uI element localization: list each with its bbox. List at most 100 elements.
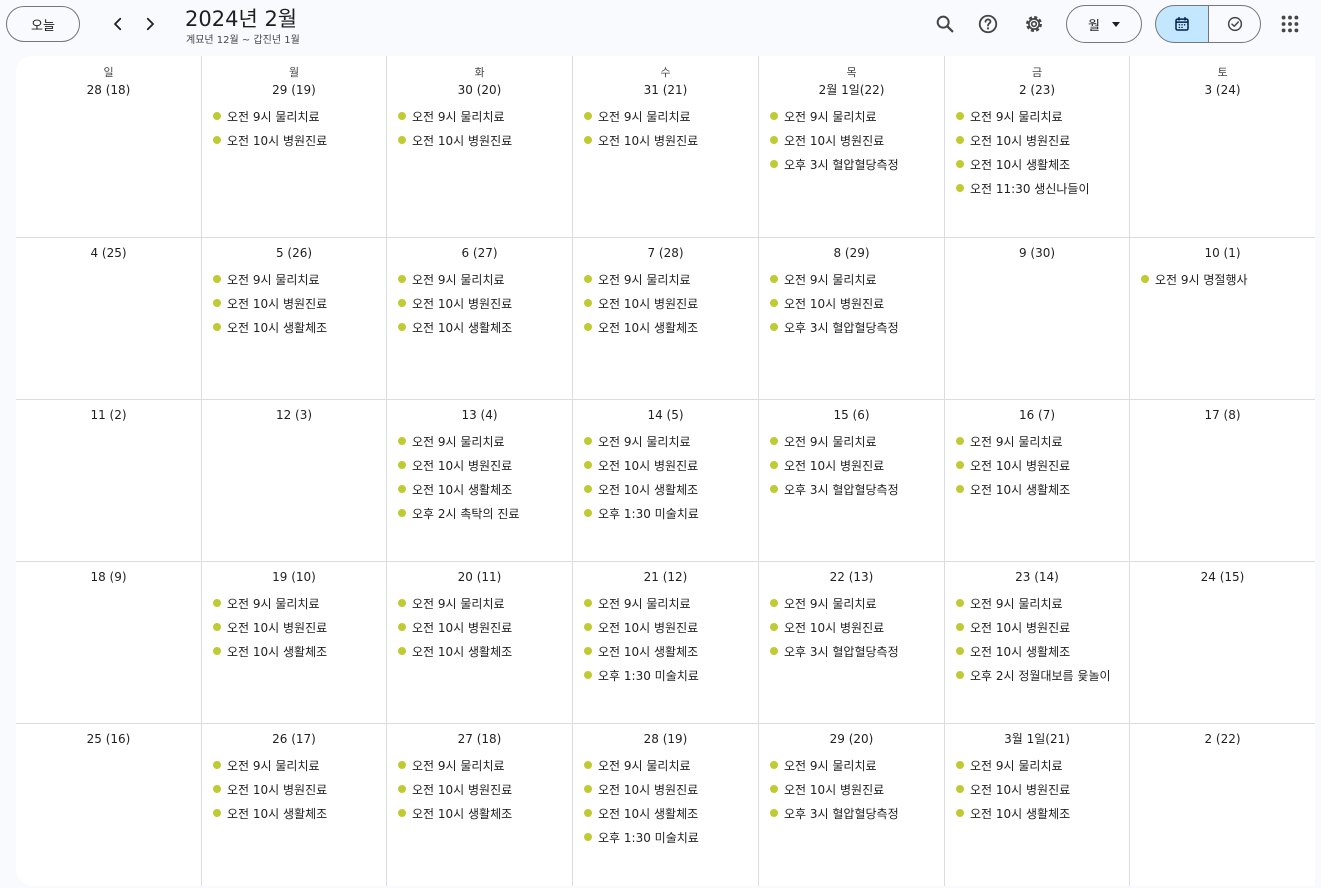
date-label[interactable]: 27 (18)	[387, 730, 572, 748]
day-cell[interactable]: 24 (15)	[1130, 562, 1315, 724]
event-chip[interactable]: 오전 9시 물리치료	[395, 267, 568, 291]
event-chip[interactable]: 오전 10시 병원진료	[581, 128, 754, 152]
date-label[interactable]: 12 (3)	[202, 406, 386, 424]
date-label[interactable]: 2 (23)	[945, 81, 1129, 99]
event-chip[interactable]: 오전 10시 생활체조	[581, 315, 754, 339]
date-label[interactable]: 3 (24)	[1130, 81, 1315, 99]
day-cell[interactable]: 15 (6) 오전 9시 물리치료 오전 10시 병원진료 오후 3시 혈압혈당측정	[759, 400, 945, 562]
event-chip[interactable]: 오전 9시 물리치료	[953, 753, 1125, 777]
date-label[interactable]: 9 (30)	[945, 244, 1129, 262]
day-cell[interactable]: 10 (1) 오전 9시 명절행사	[1130, 238, 1315, 400]
event-chip[interactable]: 오전 9시 물리치료	[210, 591, 382, 615]
event-chip[interactable]: 오전 9시 물리치료	[395, 753, 568, 777]
day-cell[interactable]: 6 (27) 오전 9시 물리치료 오전 10시 병원진료 오전 10시 생활체조	[387, 238, 573, 400]
event-chip[interactable]: 오후 3시 혈압혈당측정	[767, 152, 940, 176]
event-chip[interactable]: 오전 9시 물리치료	[581, 591, 754, 615]
event-chip[interactable]: 오전 9시 물리치료	[953, 591, 1125, 615]
date-label[interactable]: 6 (27)	[387, 244, 572, 262]
day-cell[interactable]: 26 (17) 오전 9시 물리치료 오전 10시 병원진료 오전 10시 생활체조	[202, 724, 387, 886]
event-chip[interactable]: 오전 10시 병원진료	[210, 128, 382, 152]
event-chip[interactable]: 오전 9시 물리치료	[581, 267, 754, 291]
day-cell[interactable]: 28 (19) 오전 9시 물리치료 오전 10시 병원진료 오전 10시 생활체조 오…	[573, 724, 759, 886]
day-cell[interactable]: 금 2 (23) 오전 9시 물리치료 오전 10시 병원진료 오전 10시 생활체조 오…	[945, 56, 1130, 238]
day-cell[interactable]: 14 (5) 오전 9시 물리치료 오전 10시 병원진료 오전 10시 생활체조 오후…	[573, 400, 759, 562]
apps-button[interactable]	[1275, 9, 1305, 39]
date-label[interactable]: 2 (22)	[1130, 730, 1315, 748]
event-chip[interactable]: 오전 10시 병원진료	[210, 777, 382, 801]
event-chip[interactable]: 오전 9시 물리치료	[395, 104, 568, 128]
day-cell[interactable]: 2 (22)	[1130, 724, 1315, 886]
date-label[interactable]: 22 (13)	[759, 568, 944, 586]
date-label[interactable]: 19 (10)	[202, 568, 386, 586]
date-label[interactable]: 20 (11)	[387, 568, 572, 586]
event-chip[interactable]: 오후 3시 혈압혈당측정	[767, 315, 940, 339]
event-chip[interactable]: 오전 10시 병원진료	[581, 453, 754, 477]
event-chip[interactable]: 오전 10시 생활체조	[210, 801, 382, 825]
date-label[interactable]: 7 (28)	[573, 244, 758, 262]
day-cell[interactable]: 19 (10) 오전 9시 물리치료 오전 10시 병원진료 오전 10시 생활체조	[202, 562, 387, 724]
date-label[interactable]: 2월 1일(22)	[759, 81, 944, 99]
event-chip[interactable]: 오전 9시 물리치료	[395, 429, 568, 453]
date-label[interactable]: 8 (29)	[759, 244, 944, 262]
event-chip[interactable]: 오전 9시 물리치료	[210, 267, 382, 291]
day-cell[interactable]: 목 2월 1일(22) 오전 9시 물리치료 오전 10시 병원진료 오후 3시 혈압혈…	[759, 56, 945, 238]
day-cell[interactable]: 토 3 (24)	[1130, 56, 1315, 238]
day-cell[interactable]: 22 (13) 오전 9시 물리치료 오전 10시 병원진료 오후 3시 혈압혈당측정	[759, 562, 945, 724]
event-chip[interactable]: 오전 10시 생활체조	[953, 152, 1125, 176]
day-cell[interactable]: 수 31 (21) 오전 9시 물리치료 오전 10시 병원진료	[573, 56, 759, 238]
event-chip[interactable]: 오전 10시 병원진료	[767, 128, 940, 152]
event-chip[interactable]: 오후 1:30 미술치료	[581, 825, 754, 849]
event-chip[interactable]: 오전 9시 명절행사	[1138, 267, 1311, 291]
event-chip[interactable]: 오전 10시 생활체조	[210, 315, 382, 339]
date-label[interactable]: 16 (7)	[945, 406, 1129, 424]
event-chip[interactable]: 오후 3시 혈압혈당측정	[767, 801, 940, 825]
day-cell[interactable]: 8 (29) 오전 9시 물리치료 오전 10시 병원진료 오후 3시 혈압혈당측정	[759, 238, 945, 400]
event-chip[interactable]: 오전 10시 병원진료	[767, 291, 940, 315]
event-chip[interactable]: 오전 10시 병원진료	[581, 291, 754, 315]
date-label[interactable]: 18 (9)	[16, 568, 201, 586]
calendar-view-button[interactable]	[1155, 5, 1208, 43]
event-chip[interactable]: 오전 10시 생활체조	[395, 315, 568, 339]
date-label[interactable]: 21 (12)	[573, 568, 758, 586]
event-chip[interactable]: 오전 10시 병원진료	[395, 291, 568, 315]
settings-button[interactable]	[1019, 9, 1049, 39]
tasks-view-button[interactable]	[1208, 5, 1261, 43]
event-chip[interactable]: 오전 10시 생활체조	[395, 639, 568, 663]
day-cell[interactable]: 17 (8)	[1130, 400, 1315, 562]
event-chip[interactable]: 오전 10시 병원진료	[210, 291, 382, 315]
day-cell[interactable]: 월 29 (19) 오전 9시 물리치료 오전 10시 병원진료	[202, 56, 387, 238]
date-label[interactable]: 29 (19)	[202, 81, 386, 99]
event-chip[interactable]: 오전 9시 물리치료	[210, 104, 382, 128]
event-chip[interactable]: 오전 10시 생활체조	[581, 801, 754, 825]
day-cell[interactable]: 27 (18) 오전 9시 물리치료 오전 10시 병원진료 오전 10시 생활체조	[387, 724, 573, 886]
event-chip[interactable]: 오전 10시 병원진료	[953, 453, 1125, 477]
event-chip[interactable]: 오전 10시 병원진료	[767, 777, 940, 801]
event-chip[interactable]: 오후 3시 혈압혈당측정	[767, 639, 940, 663]
date-label[interactable]: 23 (14)	[945, 568, 1129, 586]
event-chip[interactable]: 오전 9시 물리치료	[581, 753, 754, 777]
event-chip[interactable]: 오전 9시 물리치료	[767, 753, 940, 777]
event-chip[interactable]: 오전 9시 물리치료	[581, 104, 754, 128]
date-label[interactable]: 28 (19)	[573, 730, 758, 748]
today-button[interactable]: 오늘	[6, 6, 80, 42]
day-cell[interactable]: 18 (9)	[16, 562, 202, 724]
date-label[interactable]: 24 (15)	[1130, 568, 1315, 586]
date-label[interactable]: 17 (8)	[1130, 406, 1315, 424]
date-label[interactable]: 11 (2)	[16, 406, 201, 424]
search-button[interactable]	[930, 9, 960, 39]
event-chip[interactable]: 오전 10시 병원진료	[953, 128, 1125, 152]
event-chip[interactable]: 오전 10시 병원진료	[953, 777, 1125, 801]
event-chip[interactable]: 오전 10시 생활체조	[953, 639, 1125, 663]
date-label[interactable]: 10 (1)	[1130, 244, 1315, 262]
event-chip[interactable]: 오전 10시 병원진료	[767, 615, 940, 639]
day-cell[interactable]: 3월 1일(21) 오전 9시 물리치료 오전 10시 병원진료 오전 10시 생활체…	[945, 724, 1130, 886]
day-cell[interactable]: 12 (3)	[202, 400, 387, 562]
event-chip[interactable]: 오전 10시 생활체조	[210, 639, 382, 663]
event-chip[interactable]: 오전 9시 물리치료	[767, 267, 940, 291]
date-label[interactable]: 25 (16)	[16, 730, 201, 748]
event-chip[interactable]: 오전 10시 병원진료	[395, 128, 568, 152]
date-label[interactable]: 26 (17)	[202, 730, 386, 748]
event-chip[interactable]: 오전 11:30 생신나들이	[953, 176, 1125, 200]
event-chip[interactable]: 오전 9시 물리치료	[767, 104, 940, 128]
event-chip[interactable]: 오전 10시 병원진료	[210, 615, 382, 639]
